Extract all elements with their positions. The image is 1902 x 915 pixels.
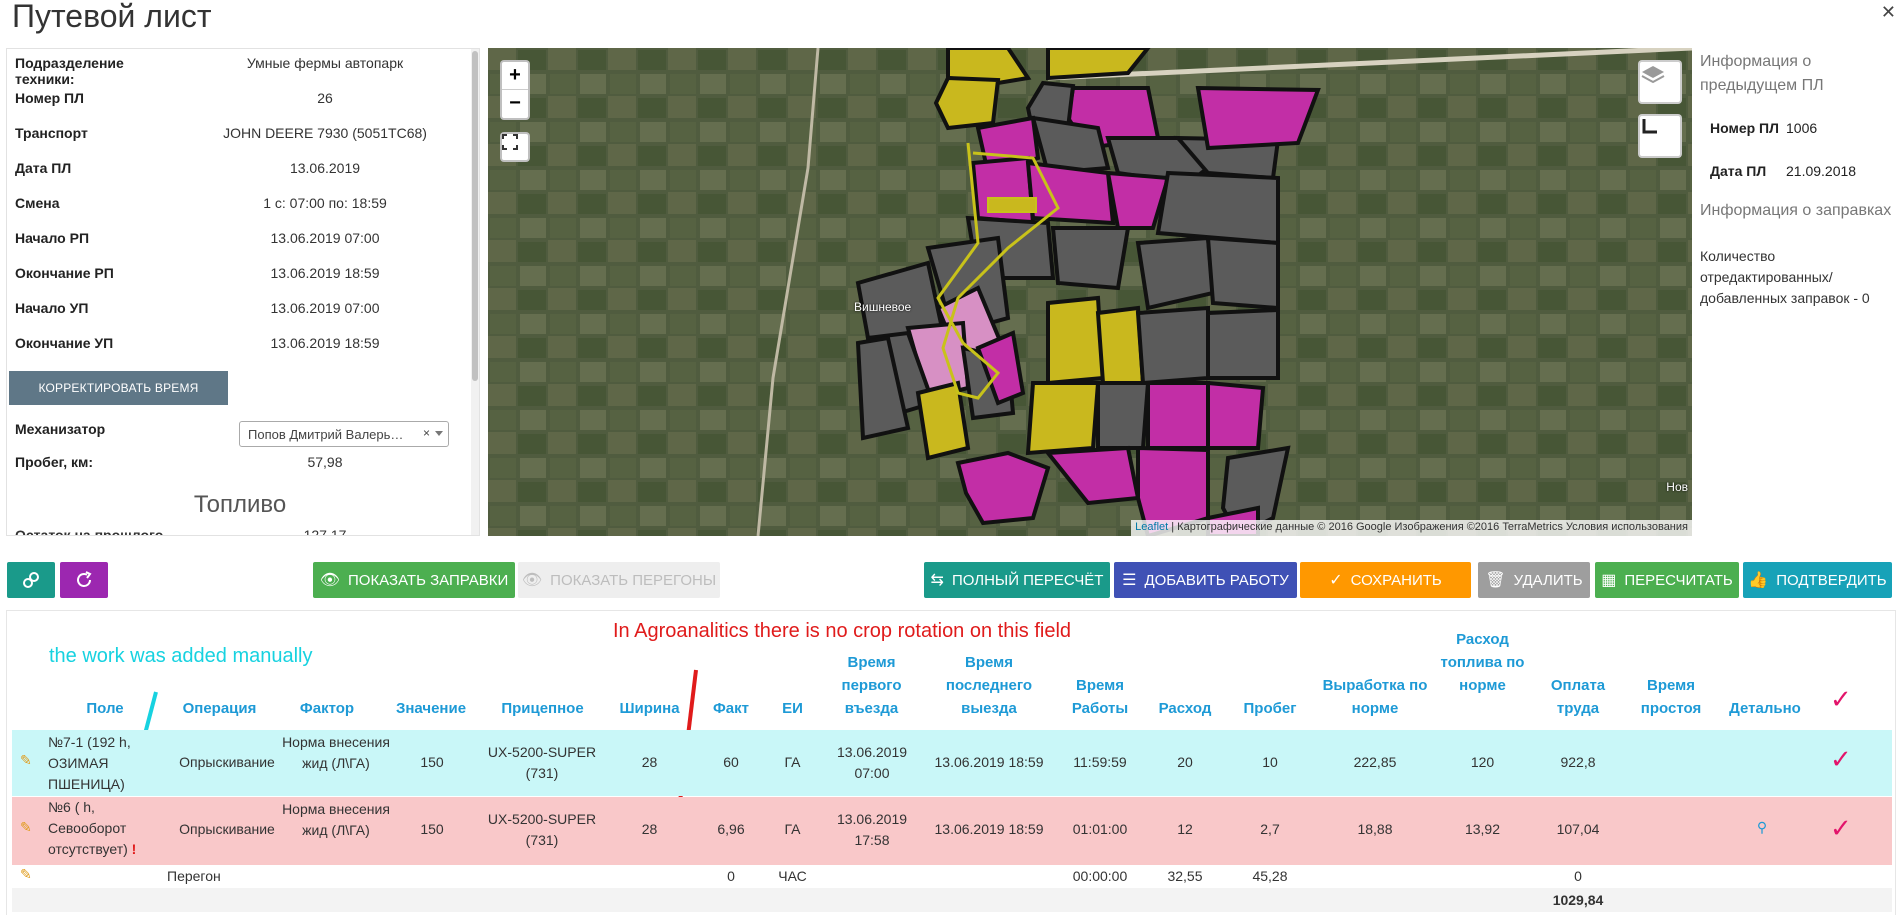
cell-consumption: 32,55 xyxy=(1167,868,1203,884)
cell-consumption: 20 xyxy=(1177,754,1193,770)
col-header-width[interactable]: Ширина xyxy=(612,697,687,720)
cell-field-text: №6 ( h, Севооборот отсутствует) xyxy=(48,799,128,857)
total-pay: 1029,84 xyxy=(1552,892,1604,908)
cell-pay: 107,04 xyxy=(1556,821,1600,837)
cell-pay: 922,8 xyxy=(1560,754,1596,770)
cell-fact: 0 xyxy=(727,868,735,884)
cell-fact: 60 xyxy=(723,754,739,770)
col-header-first-entry[interactable]: Время первого въезда xyxy=(829,651,914,720)
cell-fuel-norm: 120 xyxy=(1470,754,1495,770)
waybill-page: Путевой лист ✕ Подразделение техники: Ум… xyxy=(0,0,1902,915)
edit-pencil-icon[interactable]: ✎ xyxy=(20,866,32,883)
cell-operation: Перегон xyxy=(167,868,221,884)
cell-mileage: 45,28 xyxy=(1252,868,1288,884)
edit-pencil-icon[interactable]: ✎ xyxy=(20,819,32,836)
cell-factor: Норма внесения жид (Л\ГА) xyxy=(282,734,390,771)
cell-unit: ГА xyxy=(784,754,801,770)
col-header-work-time[interactable]: Время Работы xyxy=(1060,674,1140,720)
cell-width: 28 xyxy=(641,754,658,770)
cell-trailer: UX-5200-SUPER (731) xyxy=(487,811,597,848)
cell-work-time: 00:00:00 xyxy=(1072,868,1128,884)
col-header-value[interactable]: Значение xyxy=(390,697,472,720)
cell-output-norm: 18,88 xyxy=(1357,821,1393,837)
col-header-detail[interactable]: Детально xyxy=(1720,697,1810,720)
row-check-icon[interactable]: ✓ xyxy=(1830,744,1852,775)
col-header-operation[interactable]: Операция xyxy=(172,697,267,720)
col-header-idle[interactable]: Время простоя xyxy=(1626,674,1716,720)
cell-unit: ГА xyxy=(784,821,801,837)
col-header-consumption[interactable]: Расход xyxy=(1150,697,1220,720)
col-header-pay[interactable]: Оплата труда xyxy=(1538,674,1618,720)
table-total-row: 1029,84 xyxy=(12,888,1892,912)
cell-width: 28 xyxy=(641,821,658,837)
col-header-last-exit[interactable]: Время последнего выезда xyxy=(926,651,1052,720)
cell-work-time: 11:59:59 xyxy=(1073,754,1127,770)
edit-pencil-icon[interactable]: ✎ xyxy=(20,752,32,769)
cell-pay: 0 xyxy=(1574,868,1582,884)
cell-unit: ЧАС xyxy=(778,868,807,884)
col-header-fuel-norm[interactable]: Расход топлива по норме xyxy=(1440,628,1525,697)
cell-field: №6 ( h, Севооборот отсутствует) ! xyxy=(48,797,148,860)
cell-output-norm: 222,85 xyxy=(1353,754,1397,770)
cell-operation: Опрыскивание xyxy=(179,754,275,770)
table-row[interactable]: ✎ №7-1 (192 h, ОЗИМАЯ ПШЕНИЦА) Опрыскива… xyxy=(12,730,1892,796)
col-header-trailer[interactable]: Прицепное xyxy=(490,697,595,720)
cell-factor: Норма внесения жид (Л\ГА) xyxy=(282,801,390,838)
cell-value: 150 xyxy=(420,754,444,770)
cell-work-time: 01:01:00 xyxy=(1072,821,1128,837)
col-header-field[interactable]: Поле xyxy=(80,697,130,720)
cell-consumption: 12 xyxy=(1177,821,1193,837)
cell-last-exit: 13.06.2019 18:59 xyxy=(934,821,1044,837)
cell-mileage: 10 xyxy=(1262,754,1278,770)
select-all-check-icon[interactable]: ✓ xyxy=(1830,684,1852,715)
col-header-factor[interactable]: Фактор xyxy=(282,697,372,720)
cell-field: №7-1 (192 h, ОЗИМАЯ ПШЕНИЦА) xyxy=(48,734,131,792)
warning-icon: ! xyxy=(131,841,137,857)
row-check-icon[interactable]: ✓ xyxy=(1830,813,1852,844)
cell-value: 150 xyxy=(420,821,444,837)
magnifier-icon[interactable]: ⚲ xyxy=(1752,817,1772,838)
col-header-fact[interactable]: Факт xyxy=(706,697,756,720)
col-header-mileage[interactable]: Пробег xyxy=(1235,697,1305,720)
cell-fuel-norm: 13,92 xyxy=(1464,821,1501,837)
cell-first-entry: 13.06.2019 07:00 xyxy=(836,744,908,781)
col-header-unit[interactable]: ЕИ xyxy=(770,697,815,720)
cell-last-exit: 13.06.2019 18:59 xyxy=(934,754,1044,770)
table-row[interactable]: ✎ №6 ( h, Севооборот отсутствует) ! Опры… xyxy=(12,797,1892,865)
cell-operation: Опрыскивание xyxy=(179,821,275,837)
cell-trailer: UX-5200-SUPER (731) xyxy=(487,744,597,781)
table-row[interactable]: ✎ Перегон 0 ЧАС 00:00:00 32,55 45,28 0 xyxy=(12,866,1892,888)
cell-fact: 6,96 xyxy=(717,821,745,837)
col-header-output-norm[interactable]: Выработка по норме xyxy=(1320,674,1430,720)
cell-first-entry: 13.06.2019 17:58 xyxy=(836,811,908,848)
cell-mileage: 2,7 xyxy=(1260,821,1280,837)
